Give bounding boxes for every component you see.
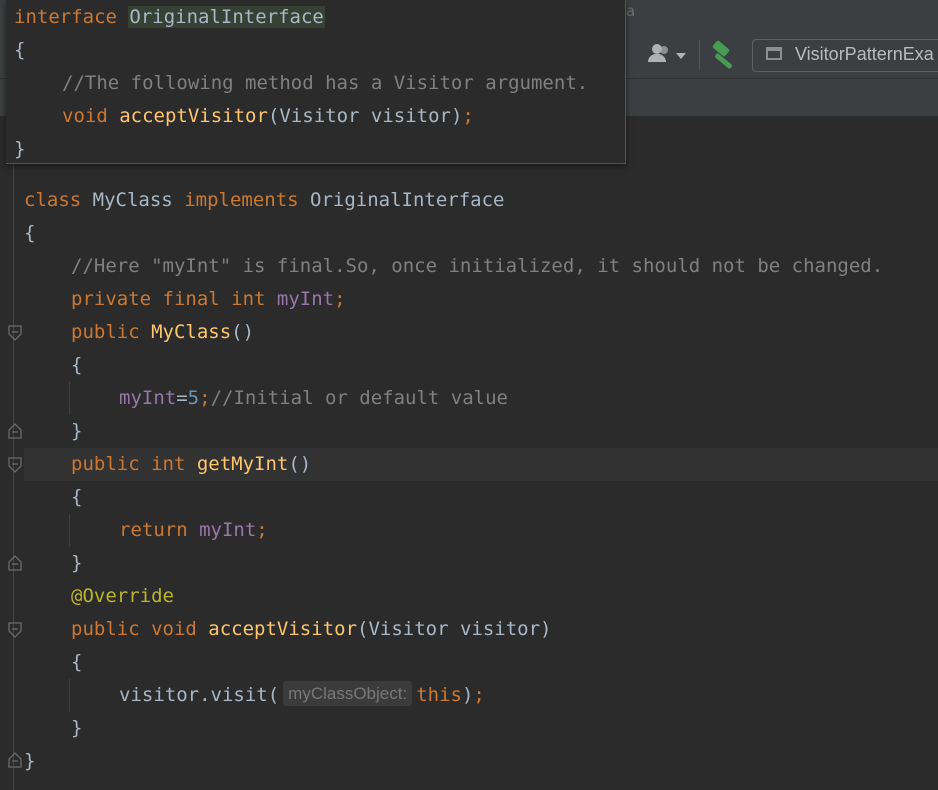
interface-name: OriginalInterface xyxy=(310,189,505,211)
keyword: return xyxy=(119,519,188,541)
run-configuration-dropdown[interactable]: VisitorPatternExa xyxy=(752,39,938,72)
code-line-brace: } xyxy=(71,420,83,442)
call-expression: visitor.visit( xyxy=(119,684,280,706)
method-name: acceptVisitor xyxy=(119,105,268,127)
run-configuration-label: VisitorPatternExa xyxy=(795,44,934,64)
toolbar-separator xyxy=(699,40,700,70)
code-line-field-declaration: private final int myInt; xyxy=(71,283,346,316)
close-paren: ) xyxy=(461,684,474,706)
fold-close-icon[interactable] xyxy=(8,423,22,439)
indent-guide xyxy=(69,514,70,547)
fold-close-icon[interactable] xyxy=(8,752,22,768)
code-line-return: return myInt; xyxy=(119,514,268,547)
semicolon: ; xyxy=(473,684,485,706)
keyword: implements xyxy=(184,189,299,211)
parameter-name-hint: myClassObject: xyxy=(283,681,413,706)
keyword: this xyxy=(416,684,462,706)
user-account-icon[interactable] xyxy=(644,40,688,68)
fold-close-icon[interactable] xyxy=(8,555,22,571)
toolbar-hint-text: a xyxy=(626,2,636,20)
code-line-brace: { xyxy=(71,486,83,508)
popup-line-interface: interface OriginalInterface xyxy=(14,1,325,34)
code-line-brace: { xyxy=(71,354,83,376)
code-line-brace: } xyxy=(71,717,83,739)
method-name: getMyInt xyxy=(196,453,289,475)
code-line-brace: } xyxy=(24,750,36,772)
field-name: myInt xyxy=(199,519,257,541)
window-icon xyxy=(766,47,782,60)
popup-line-method: void acceptVisitor(Visitor visitor); xyxy=(62,100,474,133)
quick-definition-popup[interactable]: interface OriginalInterface { //The foll… xyxy=(6,0,626,164)
class-name: MyClass xyxy=(92,189,173,211)
code-line-brace: { xyxy=(71,651,83,673)
keyword: class xyxy=(24,189,82,211)
inline-comment: //Initial or default value xyxy=(210,387,508,409)
semicolon: ; xyxy=(334,288,346,310)
operator: = xyxy=(176,387,188,409)
indent-guide xyxy=(69,382,70,415)
keyword: public void xyxy=(71,618,197,640)
semicolon: ; xyxy=(462,105,474,127)
parens: () xyxy=(288,453,312,475)
popup-line-brace: { xyxy=(14,39,26,61)
keyword: public int xyxy=(71,453,186,475)
parameters: (Visitor visitor) xyxy=(267,105,463,127)
keyword: private final int xyxy=(71,288,266,310)
popup-line-comment: //The following method has a Visitor arg… xyxy=(62,72,589,94)
code-line-constructor: public MyClass() xyxy=(71,316,254,349)
code-line-brace: { xyxy=(24,222,36,244)
code-line-getter: public int getMyInt() xyxy=(71,448,311,481)
field-name: myInt xyxy=(276,288,335,310)
code-line-accept-visitor: public void acceptVisitor(Visitor visito… xyxy=(71,613,551,646)
code-line-brace: } xyxy=(71,552,83,574)
keyword: interface xyxy=(14,6,117,28)
code-line-comment: //Here "myInt" is final.So, once initial… xyxy=(71,255,884,277)
field-name: myInt xyxy=(119,387,177,409)
fold-open-icon[interactable] xyxy=(8,325,22,341)
semicolon: ; xyxy=(199,387,211,409)
keyword: public xyxy=(71,321,140,343)
parens: () xyxy=(231,321,255,343)
fold-open-icon[interactable] xyxy=(8,622,22,638)
popup-line-brace: } xyxy=(14,138,26,160)
highlighted-interface-name: OriginalInterface xyxy=(128,6,325,28)
method-name: acceptVisitor xyxy=(208,618,358,640)
number-literal: 5 xyxy=(187,387,200,409)
gutter-border xyxy=(13,163,14,790)
code-line-assignment: myInt=5;//Initial or default value xyxy=(119,382,508,415)
parameters: (Visitor visitor) xyxy=(357,618,552,640)
keyword: void xyxy=(62,105,108,127)
code-line-visit-call: visitor.visit(myClassObject: this); xyxy=(119,679,485,712)
method-name: MyClass xyxy=(151,321,232,343)
fold-open-icon[interactable] xyxy=(8,457,22,473)
code-line-annotation: @Override xyxy=(71,585,174,607)
indent-guide xyxy=(69,679,70,712)
semicolon: ; xyxy=(256,519,268,541)
code-line-class-declaration: class MyClass implements OriginalInterfa… xyxy=(24,184,505,217)
hammer-icon[interactable] xyxy=(708,39,740,70)
